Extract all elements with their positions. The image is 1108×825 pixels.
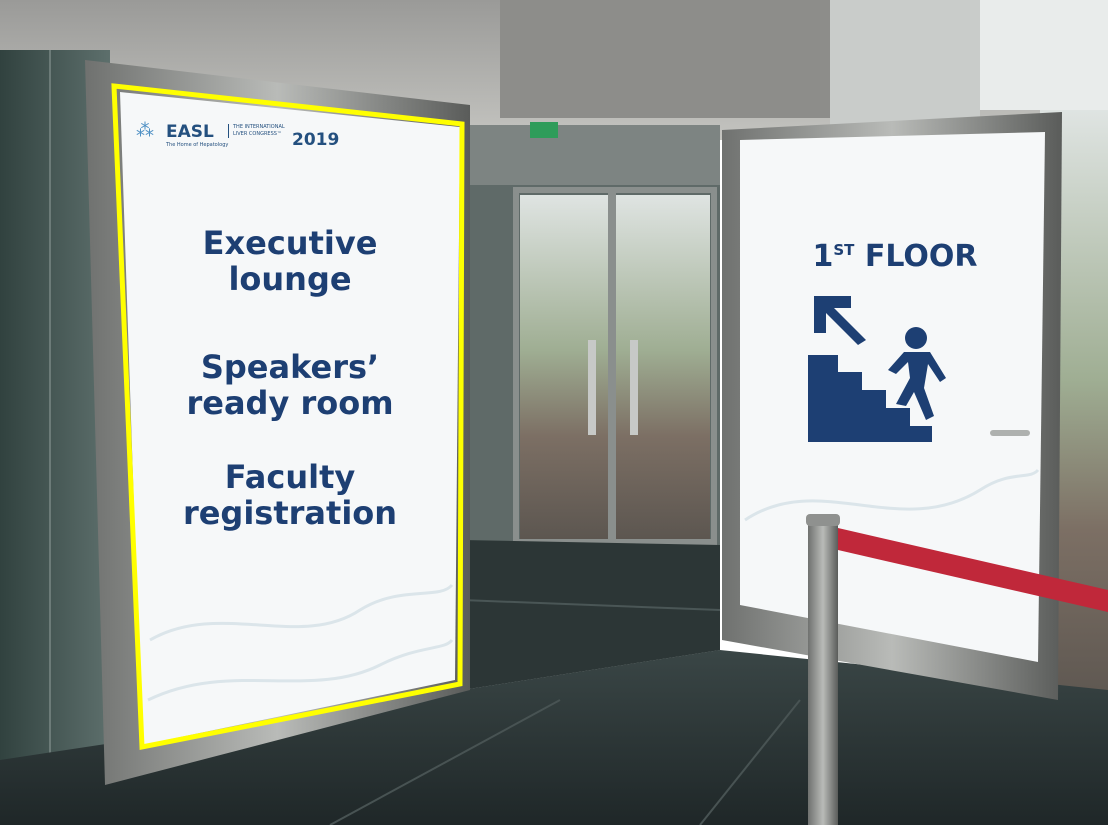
logo-dots-icon: ⁂: [136, 120, 154, 141]
logo-text: EASL: [166, 122, 214, 142]
easl-logo: ⁂ EASL The Home of Hepatology THE INTERN…: [136, 118, 340, 168]
floor-heading: 1ST FLOOR: [780, 240, 1010, 274]
sign-line: registration: [182, 493, 398, 532]
sign-block-faculty-registration: Faculty registration: [150, 458, 430, 532]
congress-text: THE INTERNATIONAL LIVER CONGRESS™: [228, 124, 291, 138]
sign-block-executive-lounge: Executive lounge: [150, 224, 430, 298]
sign-line: Speakers’: [200, 348, 380, 386]
sign-line: lounge: [228, 259, 352, 298]
floor-word: FLOOR: [864, 239, 978, 274]
sign-line: ready room: [186, 383, 394, 422]
photo-scene: ⁂ EASL The Home of Hepatology THE INTERN…: [0, 0, 1108, 825]
sign-line: Faculty: [224, 458, 356, 496]
sign-line: Executive: [202, 224, 378, 262]
floor-suffix: ST: [833, 241, 855, 259]
door-handle: [990, 430, 1030, 436]
barrier-post: [808, 520, 838, 825]
sign-block-speakers-ready-room: Speakers’ ready room: [150, 348, 430, 422]
logo-tagline: The Home of Hepatology: [166, 142, 229, 148]
exit-light: [530, 122, 558, 138]
congress-year: 2019: [292, 130, 340, 150]
floor-number: 1: [812, 239, 834, 274]
